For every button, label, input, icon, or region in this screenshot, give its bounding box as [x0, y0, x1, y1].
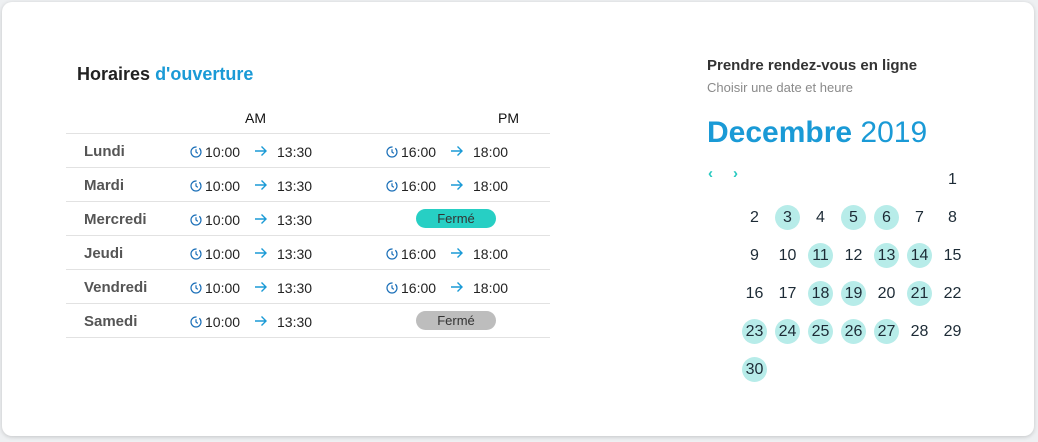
am-close-time: 13:30: [277, 178, 313, 194]
calendar-day-available[interactable]: 26: [841, 319, 866, 344]
day-label: Mardi: [84, 177, 125, 194]
calendar-day-available[interactable]: 11: [808, 243, 833, 268]
clock-icon: [190, 213, 202, 226]
calendar-day-available[interactable]: 24: [775, 319, 800, 344]
hours-row: Vendredi 10:00 13:30 16:00 18:00: [66, 270, 550, 304]
arrow-right-icon: [450, 177, 464, 193]
calendar-day-available[interactable]: 5: [841, 205, 866, 230]
opening-hours-card: Horaires d'ouverture AM PM Lundi 10:00 13:…: [2, 2, 1034, 436]
arrow-right-icon: [450, 279, 464, 295]
pm-open-time: 16:00: [401, 246, 437, 262]
clock-icon: [190, 247, 202, 260]
calendar-day-available[interactable]: 3: [775, 205, 800, 230]
pm-open-time: 16:00: [401, 280, 437, 296]
calendar-day: 4: [816, 209, 825, 226]
calendar-day: 28: [910, 323, 929, 340]
calendar-day: 17: [778, 285, 797, 302]
hours-row: Lundi 10:00 13:30 16:00 18:00: [66, 134, 550, 168]
booking-title: Prendre rendez-vous en ligne: [707, 57, 918, 74]
clock-icon: [386, 247, 398, 260]
arrow-right-icon: [254, 143, 268, 159]
day-label: Lundi: [84, 143, 125, 160]
clock-icon: [386, 281, 398, 294]
calendar-day-available[interactable]: 13: [874, 243, 899, 268]
calendar-day-available[interactable]: 25: [808, 319, 833, 344]
clock-icon: [190, 145, 202, 158]
day-label: Mercredi: [84, 211, 147, 228]
clock-icon: [386, 145, 398, 158]
calendar-day: 9: [750, 247, 759, 264]
calendar-month-heading: Decembre 2019: [707, 116, 927, 150]
pm-open-time: 16:00: [401, 178, 437, 194]
calendar-day: 2: [750, 209, 759, 226]
hours-row: Mercredi 10:00 13:30 Fermé: [66, 202, 550, 236]
calendar-day-available[interactable]: 30: [742, 357, 767, 382]
hours-table: Lundi 10:00 13:30 16:00 18:00 Mardi 10:00 13:30…: [66, 133, 550, 338]
day-label: Samedi: [84, 313, 138, 330]
clock-icon: [190, 179, 202, 192]
am-open-time: 10:00: [205, 212, 241, 228]
pm-close-time: 18:00: [473, 178, 509, 194]
calendar-day: 10: [778, 247, 797, 264]
calendar-day: 22: [943, 285, 962, 302]
calendar-day: 8: [948, 209, 957, 226]
chevron-left-icon[interactable]: ‹: [708, 165, 713, 182]
closed-badge: Fermé: [416, 209, 496, 228]
arrow-right-icon: [450, 245, 464, 261]
hours-row: Mardi 10:00 13:30 16:00 18:00: [66, 168, 550, 202]
clock-icon: [190, 315, 202, 328]
hours-title-prefix: Horaires: [77, 64, 151, 84]
calendar-day: 15: [943, 247, 962, 264]
am-close-time: 13:30: [277, 280, 313, 296]
calendar-day-available[interactable]: 6: [874, 205, 899, 230]
hours-title: Horaires d'ouverture: [77, 64, 253, 85]
day-label: Vendredi: [84, 279, 148, 296]
pm-close-time: 18:00: [473, 144, 509, 160]
calendar-day: 1: [948, 171, 957, 188]
chevron-right-icon[interactable]: ›: [733, 165, 738, 182]
month-name: Decembre: [707, 116, 853, 149]
am-close-time: 13:30: [277, 144, 313, 160]
am-column-header: AM: [245, 110, 266, 126]
calendar-day-available[interactable]: 27: [874, 319, 899, 344]
am-open-time: 10:00: [205, 178, 241, 194]
arrow-right-icon: [254, 177, 268, 193]
calendar-day: 7: [915, 209, 924, 226]
calendar-day-available[interactable]: 21: [907, 281, 932, 306]
hours-row: Samedi 10:00 13:30 Fermé: [66, 304, 550, 338]
am-close-time: 13:30: [277, 314, 313, 330]
calendar-day-available[interactable]: 18: [808, 281, 833, 306]
arrow-right-icon: [254, 211, 268, 227]
booking-subtitle: Choisir une date et heure: [707, 80, 853, 95]
calendar-day: 29: [943, 323, 962, 340]
calendar-day-available[interactable]: 14: [907, 243, 932, 268]
calendar-day-available[interactable]: 23: [742, 319, 767, 344]
arrow-right-icon: [254, 245, 268, 261]
am-open-time: 10:00: [205, 314, 241, 330]
clock-icon: [190, 281, 202, 294]
closed-badge: Fermé: [416, 311, 496, 330]
arrow-right-icon: [254, 313, 268, 329]
calendar-day: 20: [877, 285, 896, 302]
month-year: 2019: [860, 116, 928, 149]
hours-title-accent: d'ouverture: [155, 64, 254, 84]
calendar-day-available[interactable]: 19: [841, 281, 866, 306]
am-open-time: 10:00: [205, 144, 241, 160]
arrow-right-icon: [254, 279, 268, 295]
hours-row: Jeudi 10:00 13:30 16:00 18:00: [66, 236, 550, 270]
calendar-day: 16: [745, 285, 764, 302]
am-open-time: 10:00: [205, 246, 241, 262]
am-close-time: 13:30: [277, 246, 313, 262]
am-open-time: 10:00: [205, 280, 241, 296]
clock-icon: [386, 179, 398, 192]
day-label: Jeudi: [84, 245, 124, 262]
arrow-right-icon: [450, 143, 464, 159]
pm-close-time: 18:00: [473, 280, 509, 296]
pm-open-time: 16:00: [401, 144, 437, 160]
calendar-day: 12: [844, 247, 863, 264]
pm-column-header: PM: [498, 110, 519, 126]
pm-close-time: 18:00: [473, 246, 509, 262]
am-close-time: 13:30: [277, 212, 313, 228]
